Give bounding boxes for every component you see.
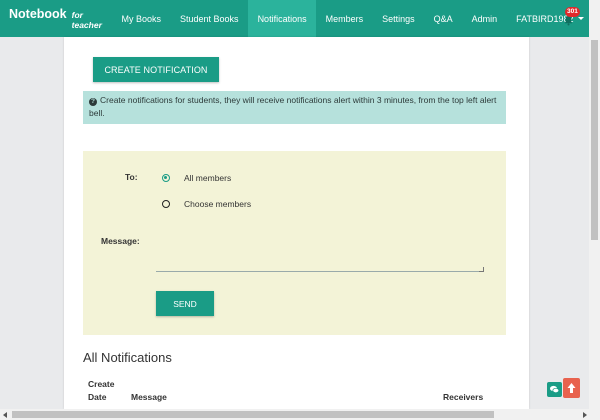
column-header-receivers: Receivers bbox=[443, 392, 484, 402]
nav-item-settings[interactable]: Settings bbox=[373, 0, 425, 37]
radio-all-members[interactable]: All members bbox=[162, 173, 231, 183]
radio-button[interactable] bbox=[162, 200, 170, 208]
radio-button-selected[interactable] bbox=[162, 174, 170, 182]
message-label: Message: bbox=[101, 236, 140, 246]
info-alert: ? Create notifications for students, they… bbox=[83, 91, 506, 124]
arrow-up-icon bbox=[567, 383, 576, 393]
nav-item-admin[interactable]: Admin bbox=[462, 0, 507, 37]
radio-label-choose-members: Choose members bbox=[184, 199, 252, 209]
nav-item-qa[interactable]: Q&A bbox=[424, 0, 462, 37]
radio-label-all-members: All members bbox=[184, 173, 232, 183]
column-header-message: Message bbox=[131, 392, 167, 402]
nav-item-members[interactable]: Members bbox=[316, 0, 373, 37]
main-panel: CREATE NOTIFICATION ? Create notification… bbox=[64, 37, 529, 409]
notification-form: To: All members Choose members Message: … bbox=[83, 151, 506, 335]
resize-handle-icon[interactable] bbox=[479, 267, 484, 272]
nav-item-notifications[interactable]: Notifications bbox=[248, 0, 317, 37]
scroll-to-top-button[interactable] bbox=[563, 378, 580, 398]
notification-count-badge: 301 bbox=[565, 7, 580, 17]
nav-item-my-books[interactable]: My Books bbox=[112, 0, 171, 37]
brand[interactable]: Notebook for teacher bbox=[0, 7, 112, 30]
vertical-scrollbar-thumb[interactable] bbox=[591, 40, 598, 240]
send-button[interactable]: SEND bbox=[156, 291, 214, 316]
nav-menu: My Books Student Books Notifications Mem… bbox=[112, 0, 593, 37]
question-circle-icon: ? bbox=[89, 98, 97, 106]
section-title: All Notifications bbox=[83, 350, 172, 365]
message-textarea[interactable] bbox=[156, 237, 484, 272]
scroll-left-icon[interactable] bbox=[3, 412, 7, 418]
brand-title: Notebook bbox=[9, 7, 67, 21]
horizontal-scrollbar-thumb[interactable] bbox=[12, 411, 494, 418]
to-label: To: bbox=[125, 172, 138, 182]
brand-subtitle: for teacher bbox=[71, 10, 102, 30]
radio-choose-members[interactable]: Choose members bbox=[162, 199, 251, 209]
notification-bell[interactable]: 301 bbox=[560, 7, 580, 28]
info-text: Create notifications for students, they … bbox=[89, 95, 497, 118]
user-menu[interactable]: FATBIRD1982 bbox=[507, 0, 593, 37]
scroll-right-icon[interactable] bbox=[583, 412, 587, 418]
top-navbar: Notebook for teacher My Books Student Bo… bbox=[0, 0, 600, 37]
nav-item-student-books[interactable]: Student Books bbox=[171, 0, 249, 37]
chat-button[interactable] bbox=[547, 382, 562, 397]
chat-icon bbox=[550, 385, 560, 394]
create-notification-button[interactable]: CREATE NOTIFICATION bbox=[93, 57, 219, 82]
column-header-create-date: Create Date bbox=[88, 379, 115, 402]
